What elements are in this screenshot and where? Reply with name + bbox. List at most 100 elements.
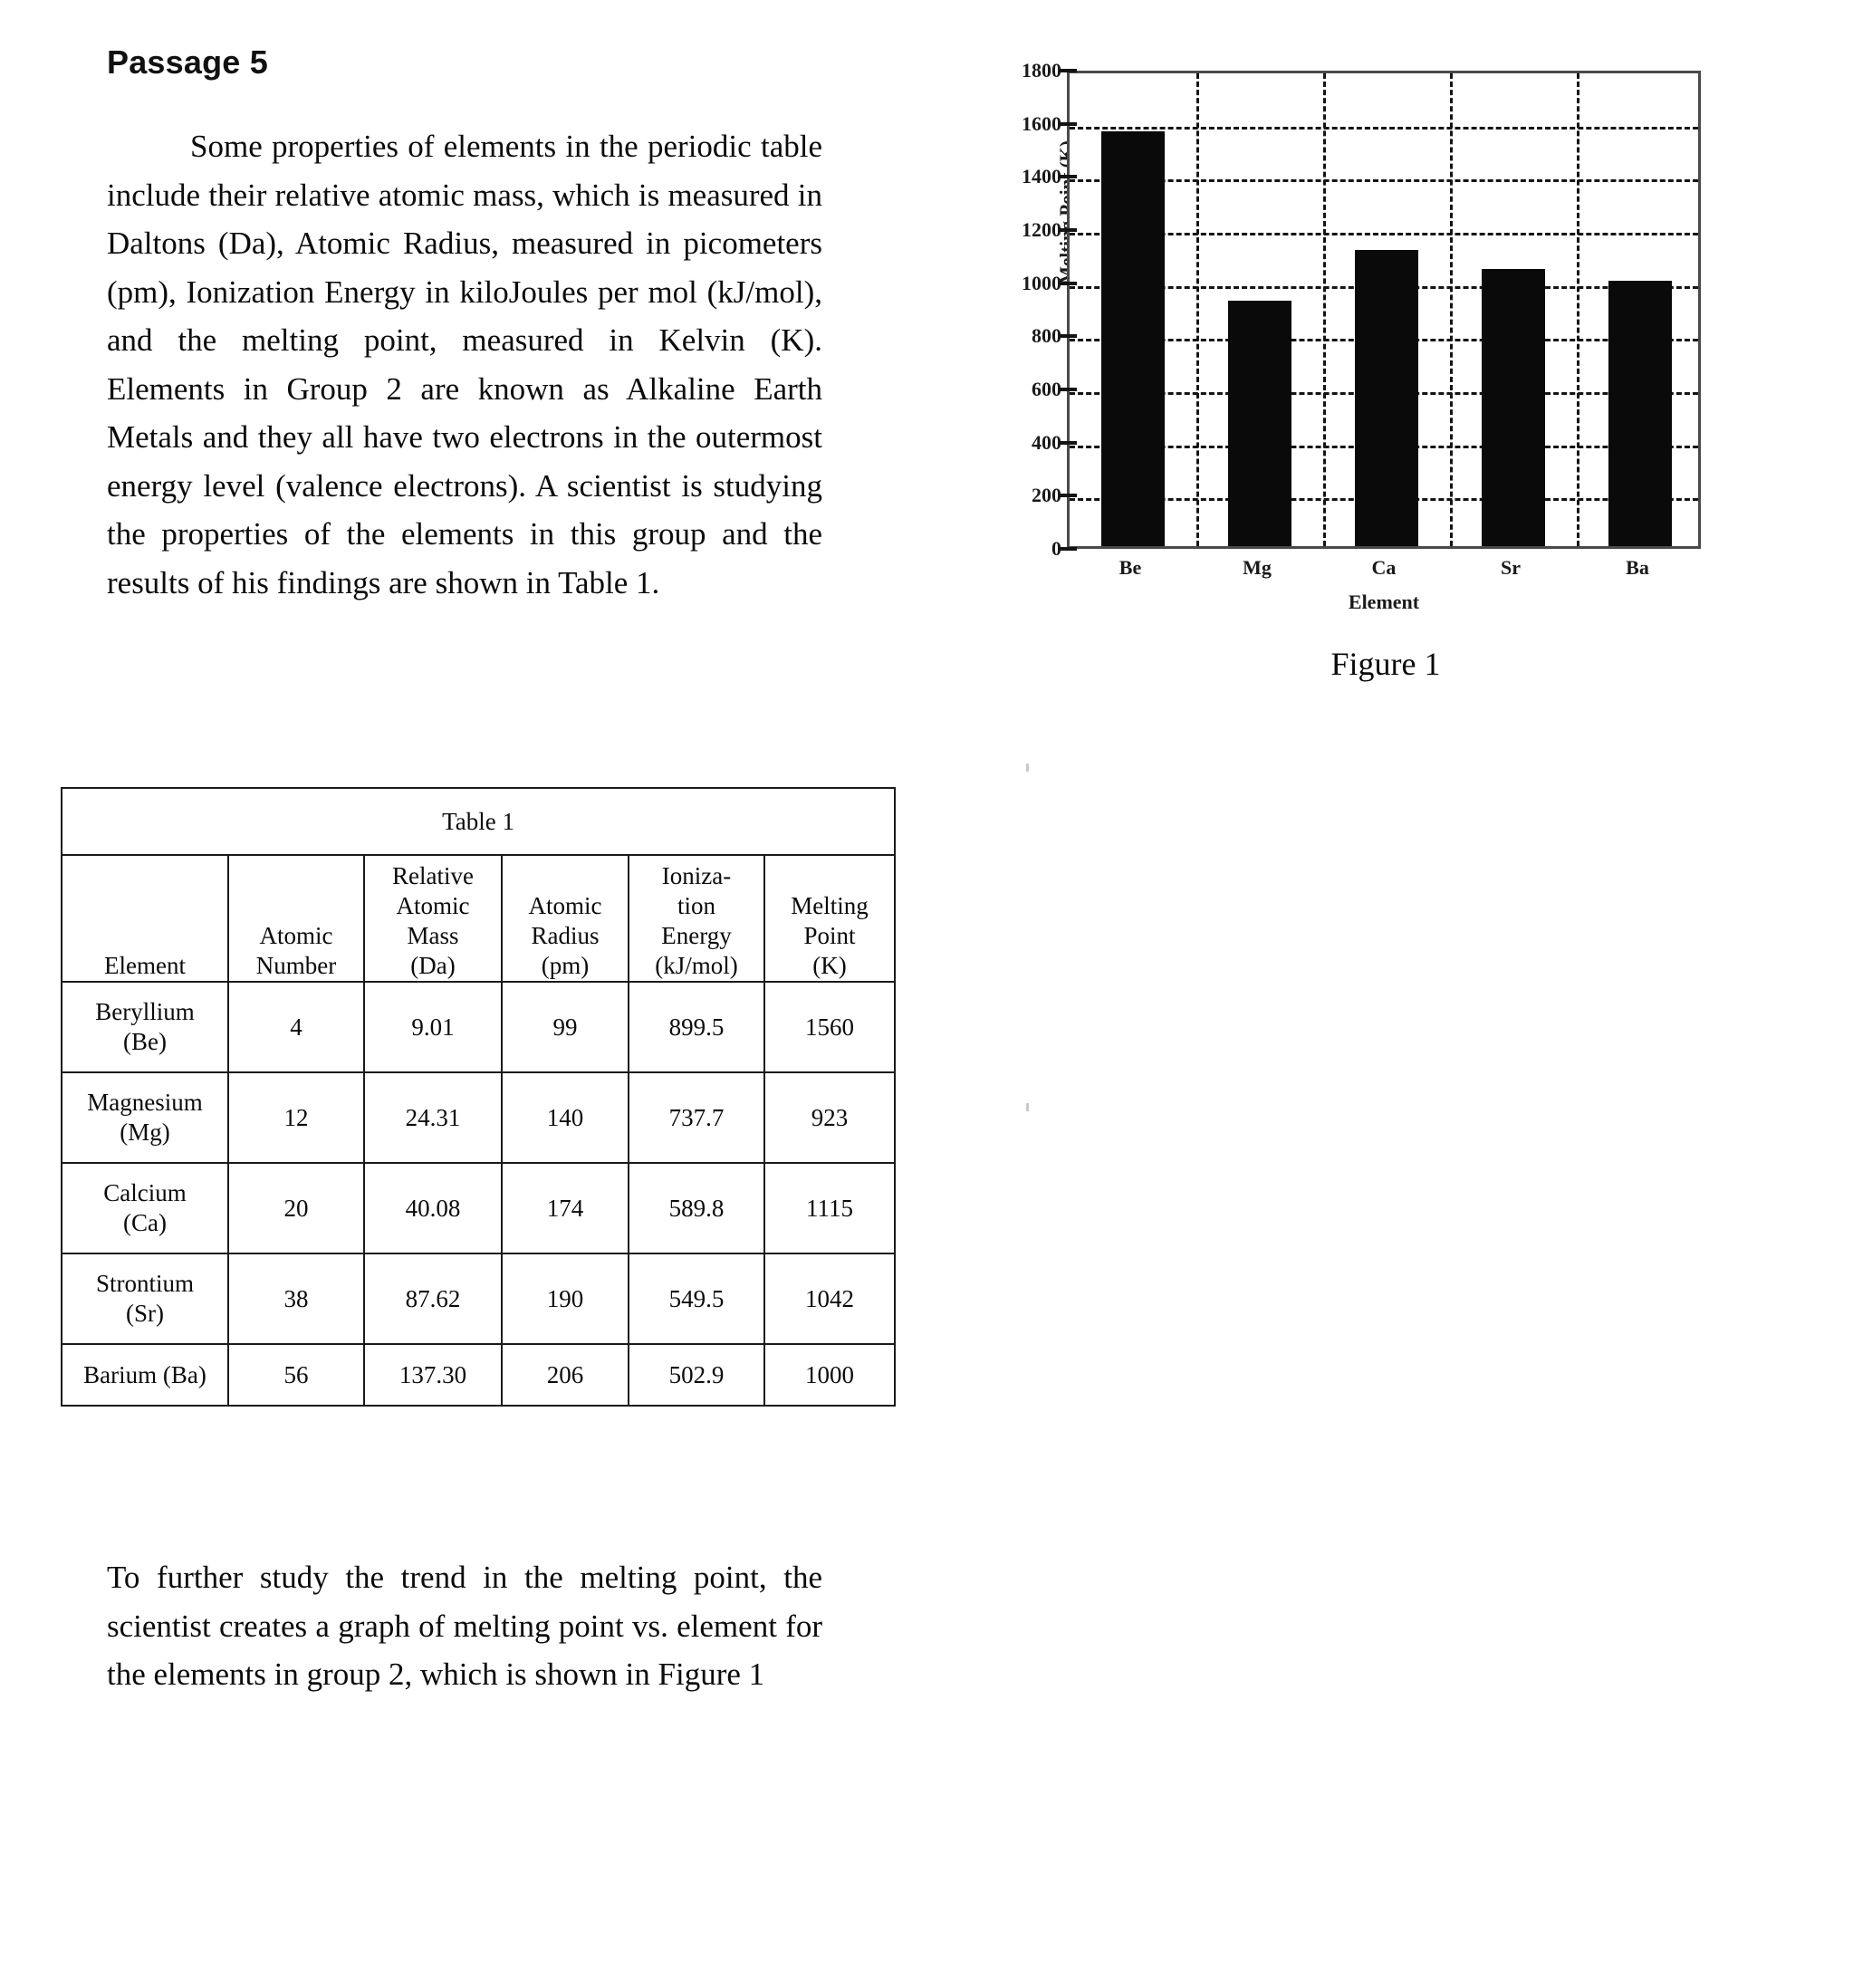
cell-atomic-number: 20 — [227, 1162, 365, 1254]
y-tick-mark — [1059, 281, 1077, 285]
y-tick-mark — [1059, 69, 1077, 72]
closing-paragraph: To further study the trend in the meltin… — [107, 1560, 822, 1692]
figure-caption: Figure 1 — [1330, 646, 1441, 682]
cell-relative-atomic-mass: 87.62 — [363, 1253, 503, 1345]
x-tick-label-ba: Ba — [1626, 556, 1649, 579]
y-tick-mark — [1059, 121, 1077, 126]
figure-1-container: Melting Point (K) 0200400600800100012001… — [960, 47, 1739, 682]
bar-ca — [1355, 249, 1418, 546]
element-name: Strontium — [95, 1270, 194, 1297]
cell-element: Beryllium (Be) — [61, 981, 229, 1073]
cell-ionization-energy: 899.5 — [628, 981, 765, 1073]
y-tick-mark — [1059, 388, 1077, 391]
cell-element: Strontium (Sr) — [61, 1253, 229, 1345]
cell-relative-atomic-mass: 9.01 — [363, 981, 503, 1073]
y-tick-label: 1000 — [1022, 271, 1061, 294]
properties-table: Table 1 Element Atomic Number Relative A… — [60, 787, 897, 1407]
cell-atomic-radius: 99 — [501, 981, 629, 1073]
y-tick-label: 200 — [1032, 484, 1061, 507]
cell-ionization-energy: 589.8 — [628, 1162, 765, 1254]
cell-atomic-number: 56 — [227, 1343, 365, 1407]
table-row: Calcium (Ca) 20 40.08 174 589.8 1115 — [61, 1162, 897, 1254]
column-header-melting-point: Melting Point (K) — [763, 854, 897, 983]
table-1-container: Table 1 Element Atomic Number Relative A… — [60, 787, 897, 1407]
y-tick-label: 1400 — [1022, 165, 1061, 188]
header-line: Ioniza- — [661, 862, 732, 889]
intro-paragraph: Some properties of elements in the perio… — [107, 129, 822, 600]
y-tick-label: 400 — [1032, 430, 1061, 454]
column-header-relative-atomic-mass: Relative Atomic Mass (Da) — [363, 854, 503, 983]
element-symbol: (Ca) — [123, 1209, 167, 1236]
cell-element: Barium (Ba) — [61, 1343, 229, 1407]
x-tick-label-be: Be — [1119, 556, 1142, 579]
scan-speckle — [1026, 764, 1029, 772]
x-tick-label-sr: Sr — [1501, 556, 1521, 579]
scan-speckle — [1026, 1103, 1029, 1111]
cell-element: Calcium (Ca) — [61, 1162, 229, 1254]
cell-atomic-number: 4 — [227, 981, 365, 1073]
header-line: Atomic — [396, 892, 470, 919]
element-symbol: (Sr) — [126, 1300, 164, 1327]
element-symbol: (Be) — [123, 1028, 167, 1055]
header-line: Radius — [531, 922, 600, 949]
cell-atomic-radius: 140 — [501, 1071, 629, 1164]
table-row: Beryllium (Be) 4 9.01 99 899.5 1560 — [61, 981, 897, 1073]
y-tick-label: 800 — [1032, 324, 1061, 348]
cell-melting-point: 1000 — [763, 1343, 897, 1407]
y-tick-mark — [1059, 175, 1077, 179]
header-line: (pm) — [541, 952, 590, 979]
bar-be — [1101, 131, 1165, 546]
y-tick-label: 1200 — [1022, 218, 1061, 241]
table-caption-row: Table 1 — [60, 787, 897, 856]
cell-ionization-energy: 549.5 — [628, 1253, 765, 1345]
cell-melting-point: 1560 — [763, 981, 897, 1073]
vertical-gridline — [1196, 73, 1199, 546]
header-line: (kJ/mol) — [655, 952, 738, 979]
y-tick-mark — [1059, 228, 1077, 232]
header-line: Melting — [791, 892, 869, 919]
horizontal-gridline — [1070, 126, 1698, 130]
bar-ba — [1608, 280, 1672, 546]
cell-melting-point: 1115 — [763, 1162, 897, 1254]
page-title: Passage 5 — [107, 43, 268, 81]
element-name: Beryllium — [95, 998, 195, 1025]
vertical-gridline — [1450, 73, 1453, 546]
cell-melting-point: 923 — [763, 1071, 897, 1164]
header-line: Mass — [407, 922, 459, 949]
x-tick-label-mg: Mg — [1243, 556, 1272, 579]
melting-point-bar-chart: Melting Point (K) 0200400600800100012001… — [960, 47, 1703, 613]
passage-column: Passage 5 Some properties of elements in… — [107, 0, 904, 607]
header-line: Atomic — [259, 922, 333, 949]
y-axis-tick-labels: 0 200 400 600 800 1000 1200 1400 1600 1800 — [1000, 59, 1061, 560]
table-header-row: Element Atomic Number Relative Atomic Ma… — [61, 854, 897, 983]
cell-atomic-radius: 190 — [501, 1253, 629, 1345]
column-header-ionization-energy: Ioniza- tion Energy (kJ/mol) — [628, 854, 765, 983]
y-tick-mark — [1059, 334, 1077, 339]
cell-melting-point: 1042 — [763, 1253, 897, 1345]
table-caption: Table 1 — [60, 787, 897, 856]
column-header-element: Element — [61, 854, 229, 983]
cell-atomic-radius: 206 — [501, 1343, 629, 1407]
header-line: Point — [803, 922, 856, 949]
y-tick-label: 1800 — [1022, 59, 1061, 82]
header-line: Number — [255, 952, 337, 979]
plot-area — [1067, 71, 1701, 549]
header-line: Element — [104, 952, 186, 979]
bar-mg — [1228, 301, 1291, 546]
cell-atomic-number: 12 — [227, 1071, 365, 1164]
header-line: Atomic — [528, 892, 602, 919]
header-line: tion — [677, 892, 715, 919]
header-line: Energy — [661, 922, 732, 949]
cell-relative-atomic-mass: 40.08 — [363, 1162, 503, 1254]
y-tick-mark — [1059, 440, 1077, 445]
table-row: Strontium (Sr) 38 87.62 190 549.5 1042 — [61, 1253, 897, 1345]
cell-relative-atomic-mass: 137.30 — [363, 1343, 503, 1407]
vertical-gridline — [1323, 73, 1326, 546]
y-tick-mark — [1059, 547, 1077, 551]
x-axis-title: Element — [1348, 591, 1420, 613]
element-name: Magnesium — [87, 1089, 203, 1116]
cell-ionization-energy: 737.7 — [628, 1071, 765, 1164]
column-header-atomic-number: Atomic Number — [227, 854, 365, 983]
x-tick-label-ca: Ca — [1371, 556, 1397, 579]
y-tick-label: 600 — [1032, 378, 1061, 400]
